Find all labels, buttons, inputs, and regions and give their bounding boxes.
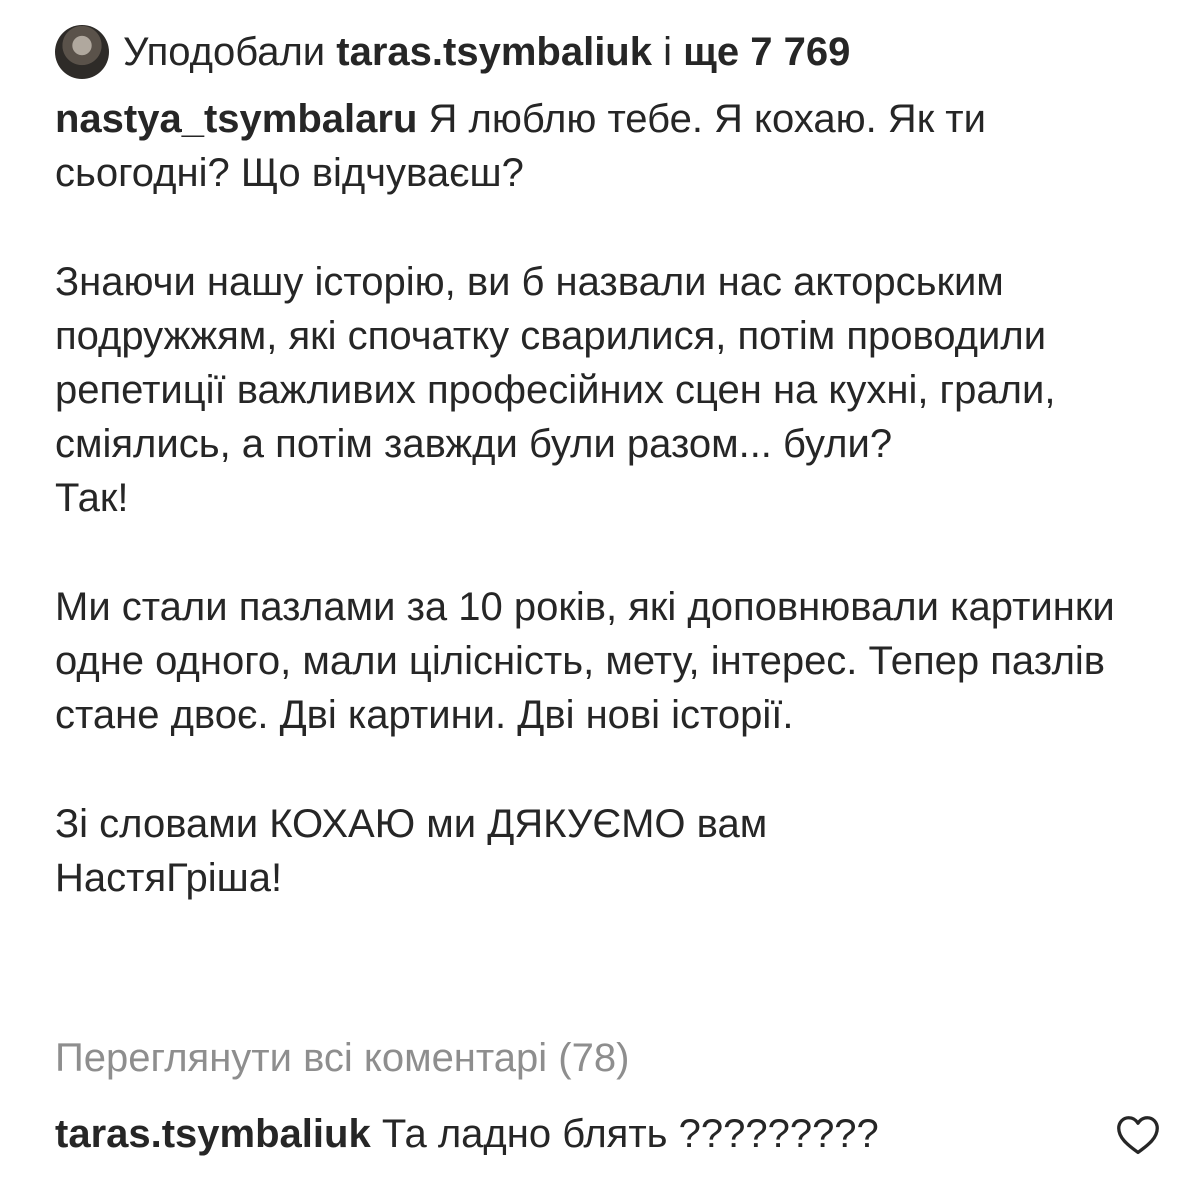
post-caption: nastya_tsymbalaru Я люблю тебе. Я кохаю.… <box>55 92 1165 905</box>
liked-by-user[interactable]: taras.tsymbaliuk <box>336 30 652 75</box>
post-author[interactable]: nastya_tsymbalaru <box>55 97 417 141</box>
likes-count[interactable]: ще 7 769 <box>683 30 850 75</box>
view-all-comments-link[interactable]: Переглянути всі коментарі (78) <box>55 1031 629 1085</box>
caption-paragraph: Так! <box>55 476 129 520</box>
caption-paragraph: nastya_tsymbalaru Я люблю тебе. Я кохаю.… <box>55 92 1165 200</box>
comment-text: Та ладно блять ????????? <box>381 1112 879 1156</box>
caption-paragraph: Зі словами КОХАЮ ми ДЯКУЄМО вам <box>55 802 768 846</box>
heart-icon[interactable] <box>1116 1114 1160 1156</box>
avatar[interactable] <box>55 25 109 79</box>
comment-author[interactable]: taras.tsymbaliuk <box>55 1112 371 1156</box>
caption-paragraph: НастяГріша! <box>55 856 283 900</box>
caption-paragraph: Ми стали пазлами за 10 років, які доповн… <box>55 585 1115 737</box>
liked-by-connector: і <box>663 29 672 74</box>
comment: taras.tsymbaliuk Та ладно блять ????????… <box>55 1107 879 1161</box>
liked-by-row[interactable]: Уподобали taras.tsymbaliuk і ще 7 769 <box>55 20 850 84</box>
caption-paragraph: Знаючи нашу історію, ви б назвали нас ак… <box>55 260 1056 466</box>
liked-by-prefix: Уподобали <box>123 29 326 74</box>
